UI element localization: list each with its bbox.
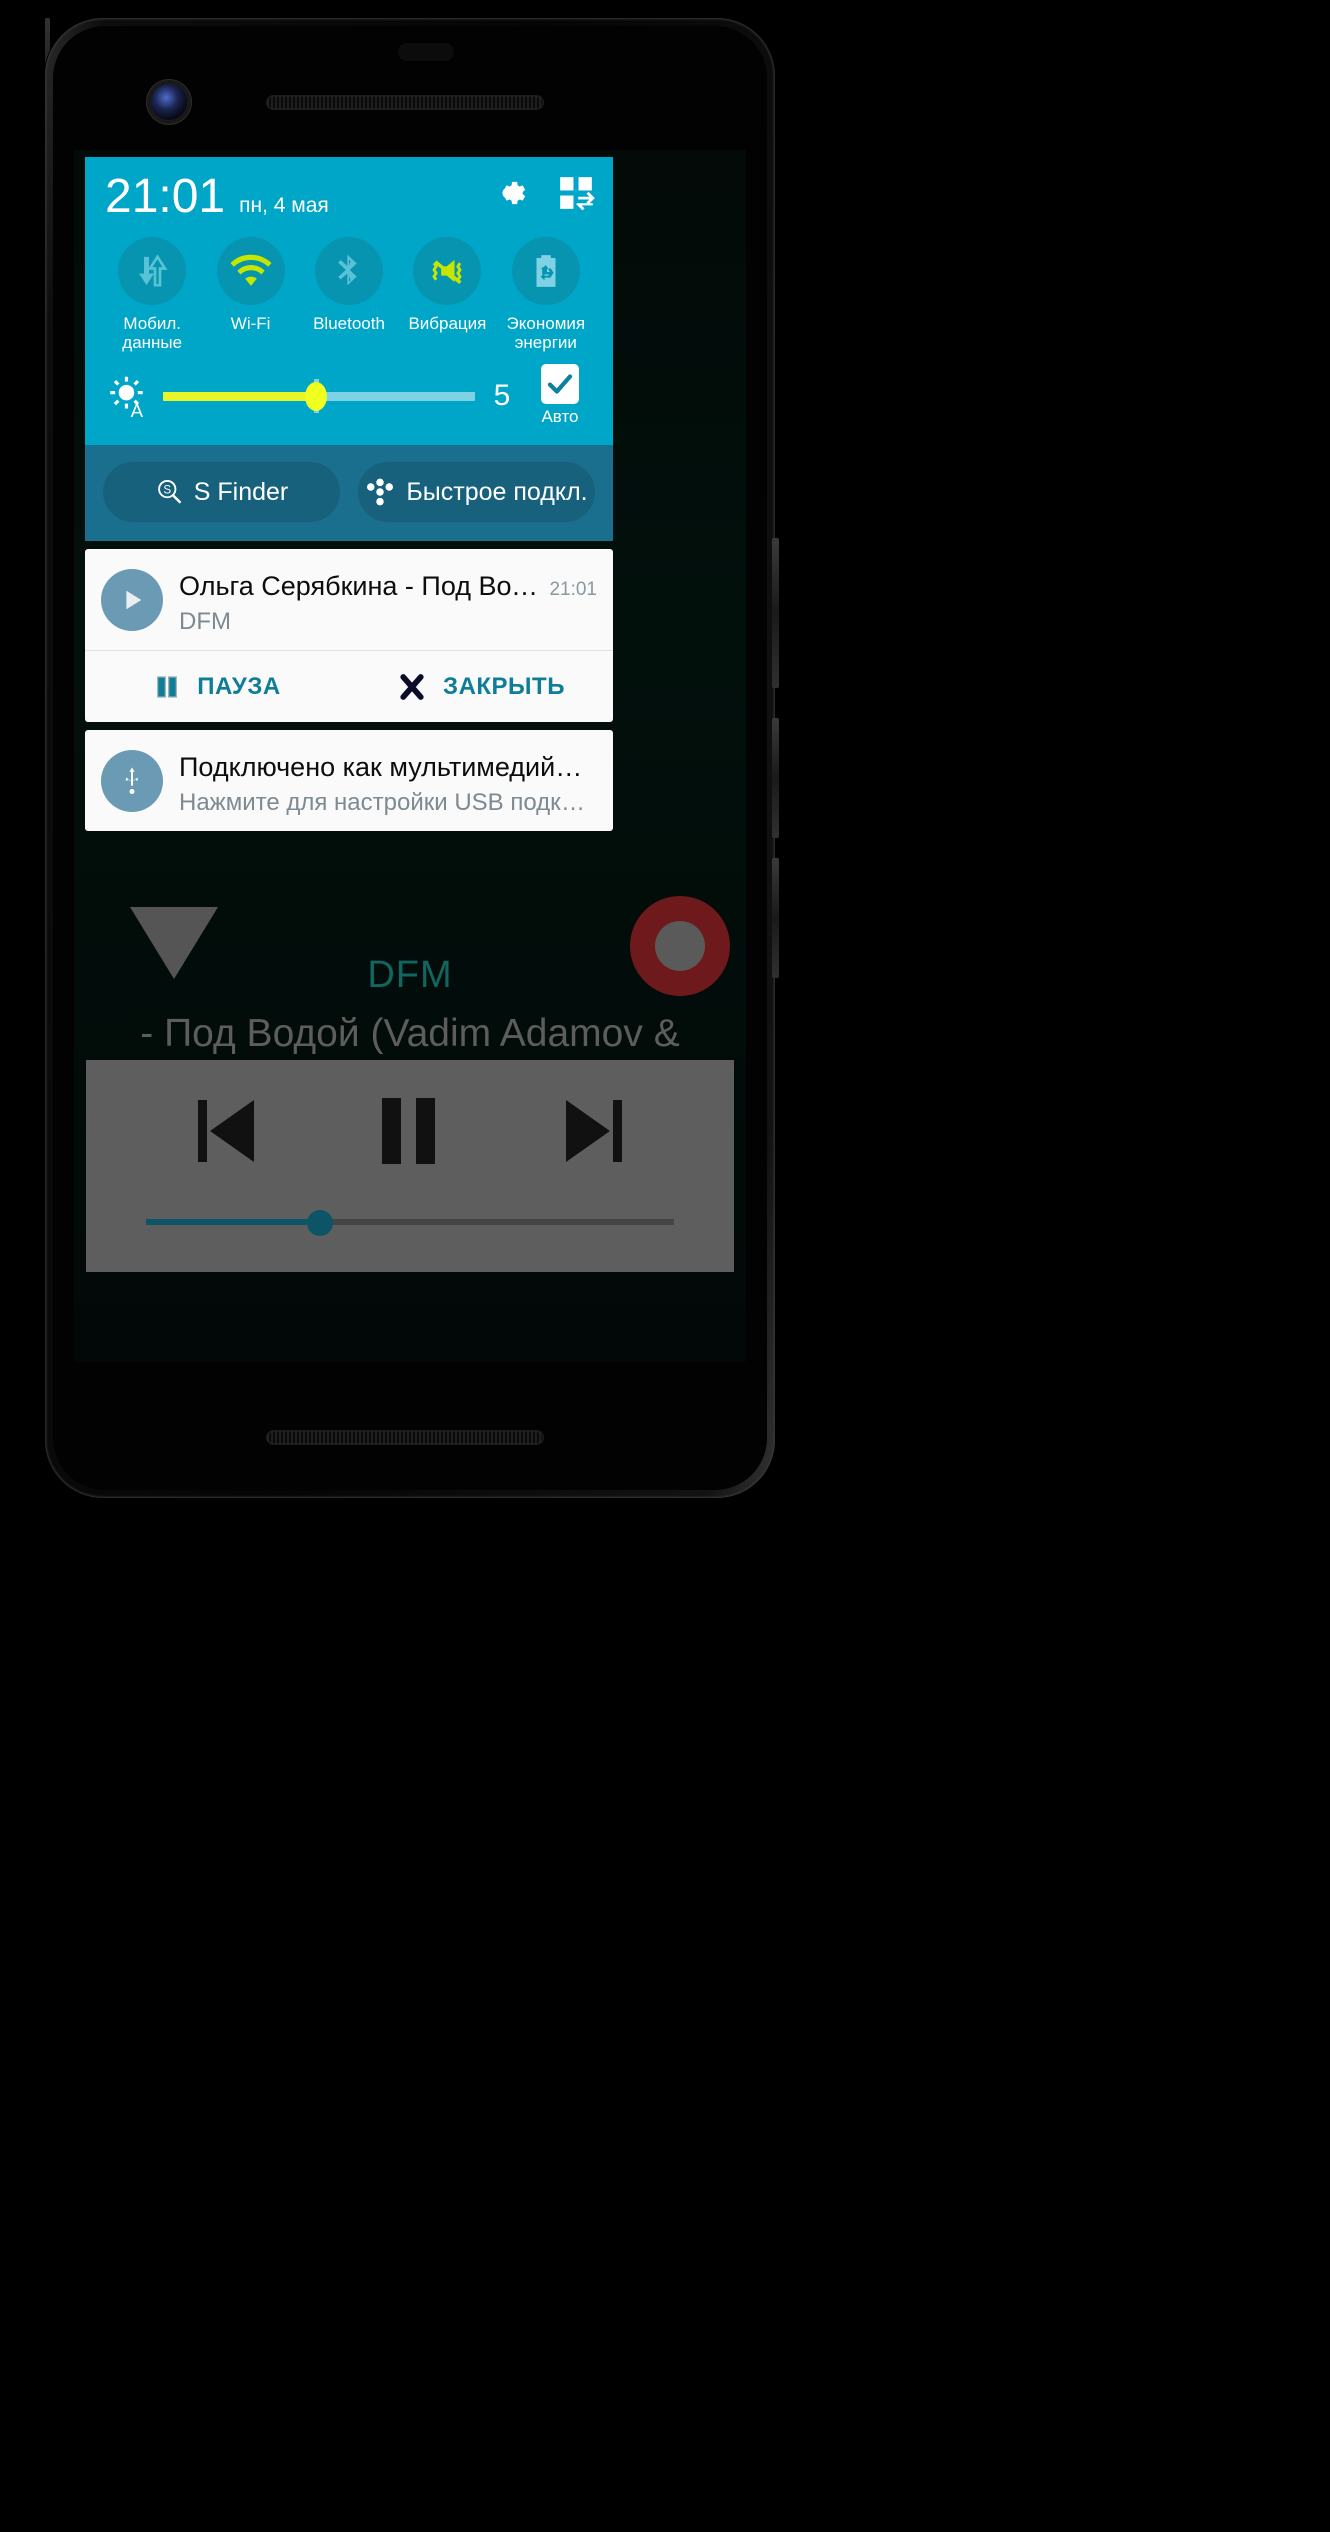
vibration-tile-circle bbox=[413, 237, 482, 305]
quick-settings-toggles: Мобил. данные Wi-Fi Bluetooth Вибрация Э… bbox=[101, 231, 597, 356]
quick-connect-label: Быстрое подкл. bbox=[406, 477, 588, 506]
wifi-icon bbox=[230, 254, 272, 286]
player-control-bar bbox=[86, 1060, 734, 1272]
quick-settings-header-icons bbox=[489, 174, 595, 212]
s-finder-icon: S bbox=[157, 480, 182, 504]
brightness-row: A 5 Авто bbox=[101, 356, 597, 445]
background-track-title: - Под Водой (Vadim Adamov & bbox=[140, 1012, 680, 1055]
brightness-value: 5 bbox=[493, 378, 511, 412]
quick-toggle-power-saving[interactable]: Экономия энергии bbox=[497, 237, 595, 352]
checkmark-icon bbox=[547, 374, 573, 394]
brightness-auto-icon: A bbox=[107, 373, 151, 421]
brightness-fill bbox=[163, 391, 316, 401]
vibration-icon bbox=[432, 259, 463, 285]
svg-text:S: S bbox=[163, 484, 171, 497]
notification-music[interactable]: Ольга Серябкина - Под Водо… 21:01 DFM ПА… bbox=[85, 549, 613, 723]
quick-toggle-label: Wi-Fi bbox=[230, 314, 271, 333]
s-finder-label: S Finder bbox=[193, 477, 289, 506]
notification-text: Подключено как мультимедийно… Нажмите дл… bbox=[179, 750, 597, 817]
seek-knob[interactable] bbox=[307, 1210, 334, 1236]
bluetooth-tile-circle bbox=[315, 237, 384, 305]
pause-icon[interactable] bbox=[368, 1090, 452, 1174]
brightness-slider[interactable] bbox=[163, 378, 475, 413]
mobile-data-tile-circle bbox=[118, 237, 187, 305]
auto-brightness-group[interactable]: Авто bbox=[529, 364, 591, 427]
notification-time: 21:01 bbox=[549, 579, 597, 601]
close-action-button[interactable]: ЗАКРЫТЬ bbox=[349, 651, 613, 722]
previous-track-icon[interactable] bbox=[192, 1090, 276, 1174]
background-station-name: DFM bbox=[367, 954, 453, 996]
phone-device: DFM - Под Водой (Vadim Adamov & 21:01 пн… bbox=[45, 18, 779, 1498]
quick-toggle-vibration[interactable]: Вибрация bbox=[398, 237, 496, 352]
notification-subtitle: DFM bbox=[179, 608, 231, 636]
pause-action-label: ПАУЗА bbox=[197, 672, 281, 700]
quick-connect-icon bbox=[367, 478, 394, 506]
notification-title-row: Ольга Серябкина - Под Водо… 21:01 bbox=[179, 571, 597, 602]
next-track-icon[interactable] bbox=[544, 1090, 628, 1174]
notification-main-row[interactable]: Подключено как мультимедийно… Нажмите дл… bbox=[85, 730, 613, 831]
s-finder-button[interactable]: S S Finder bbox=[103, 462, 340, 523]
quick-settings-header: 21:01 пн, 4 мая Мобил. данные Wi-Fi Blue… bbox=[85, 157, 613, 446]
notification-actions: ПАУЗА ЗАКРЫТЬ bbox=[85, 650, 613, 722]
volume-up-button[interactable] bbox=[772, 718, 779, 838]
notification-main-row[interactable]: Ольга Серябкина - Под Водо… 21:01 DFM bbox=[85, 549, 613, 650]
power-saving-icon bbox=[536, 255, 556, 287]
quick-toggle-wifi[interactable]: Wi-Fi bbox=[201, 237, 299, 352]
notification-shade: 21:01 пн, 4 мая Мобил. данные Wi-Fi Blue… bbox=[85, 157, 613, 832]
earpiece-speaker bbox=[267, 96, 543, 109]
power-saving-tile-circle bbox=[511, 237, 580, 305]
clock-time: 21:01 bbox=[105, 170, 226, 223]
status-clock-row: 21:01 пн, 4 мая bbox=[101, 171, 597, 231]
close-action-label: ЗАКРЫТЬ bbox=[443, 672, 565, 700]
power-button[interactable] bbox=[772, 538, 779, 688]
svg-text:A: A bbox=[131, 400, 144, 419]
notification-title-row: Подключено как мультимедийно… bbox=[179, 752, 597, 783]
notification-text: Ольга Серябкина - Под Водо… 21:01 DFM bbox=[179, 569, 597, 636]
notification-subtitle: Нажмите для настройки USB подключе… bbox=[179, 789, 597, 817]
volume-down-button[interactable] bbox=[772, 858, 779, 978]
usb-icon bbox=[101, 750, 163, 813]
notification-title: Подключено как мультимедийно… bbox=[179, 752, 597, 783]
close-icon bbox=[400, 673, 424, 700]
quick-settings-edit-icon[interactable] bbox=[557, 174, 595, 212]
pause-action-button[interactable]: ПАУЗА bbox=[85, 651, 349, 722]
brightness-knob[interactable] bbox=[304, 381, 327, 411]
seek-fill bbox=[146, 1219, 321, 1225]
phone-screen: DFM - Под Водой (Vadim Adamov & 21:01 пн… bbox=[74, 150, 746, 1362]
proximity-sensor bbox=[398, 43, 454, 61]
quick-toggle-label: Экономия энергии bbox=[506, 314, 586, 353]
quick-toggle-mobile-data[interactable]: Мобил. данные bbox=[103, 237, 201, 352]
mobile-data-icon bbox=[139, 254, 168, 287]
clock-date: пн, 4 мая bbox=[239, 194, 329, 217]
player-controls bbox=[86, 1090, 734, 1174]
front-camera-icon bbox=[151, 84, 187, 120]
bottom-speaker bbox=[267, 1431, 543, 1444]
gear-icon[interactable] bbox=[489, 174, 527, 212]
auto-brightness-checkbox[interactable] bbox=[541, 364, 579, 405]
player-seek-slider[interactable] bbox=[146, 1210, 674, 1236]
notification-usb[interactable]: Подключено как мультимедийно… Нажмите дл… bbox=[85, 730, 613, 832]
bluetooth-icon bbox=[338, 254, 357, 286]
pause-icon bbox=[157, 675, 178, 698]
auto-brightness-label: Авто bbox=[541, 407, 579, 427]
quick-toggle-label: Bluetooth bbox=[313, 314, 385, 333]
finder-bar: S S Finder Быстрое подкл. bbox=[85, 445, 613, 542]
quick-toggle-bluetooth[interactable]: Bluetooth bbox=[300, 237, 398, 352]
wifi-tile-circle bbox=[216, 237, 285, 305]
quick-toggle-label: Мобил. данные bbox=[122, 314, 183, 353]
quick-connect-button[interactable]: Быстрое подкл. bbox=[358, 462, 595, 523]
quick-toggle-label: Вибрация bbox=[408, 314, 487, 333]
play-icon bbox=[101, 569, 163, 632]
notification-title: Ольга Серябкина - Под Водо… bbox=[179, 571, 540, 602]
